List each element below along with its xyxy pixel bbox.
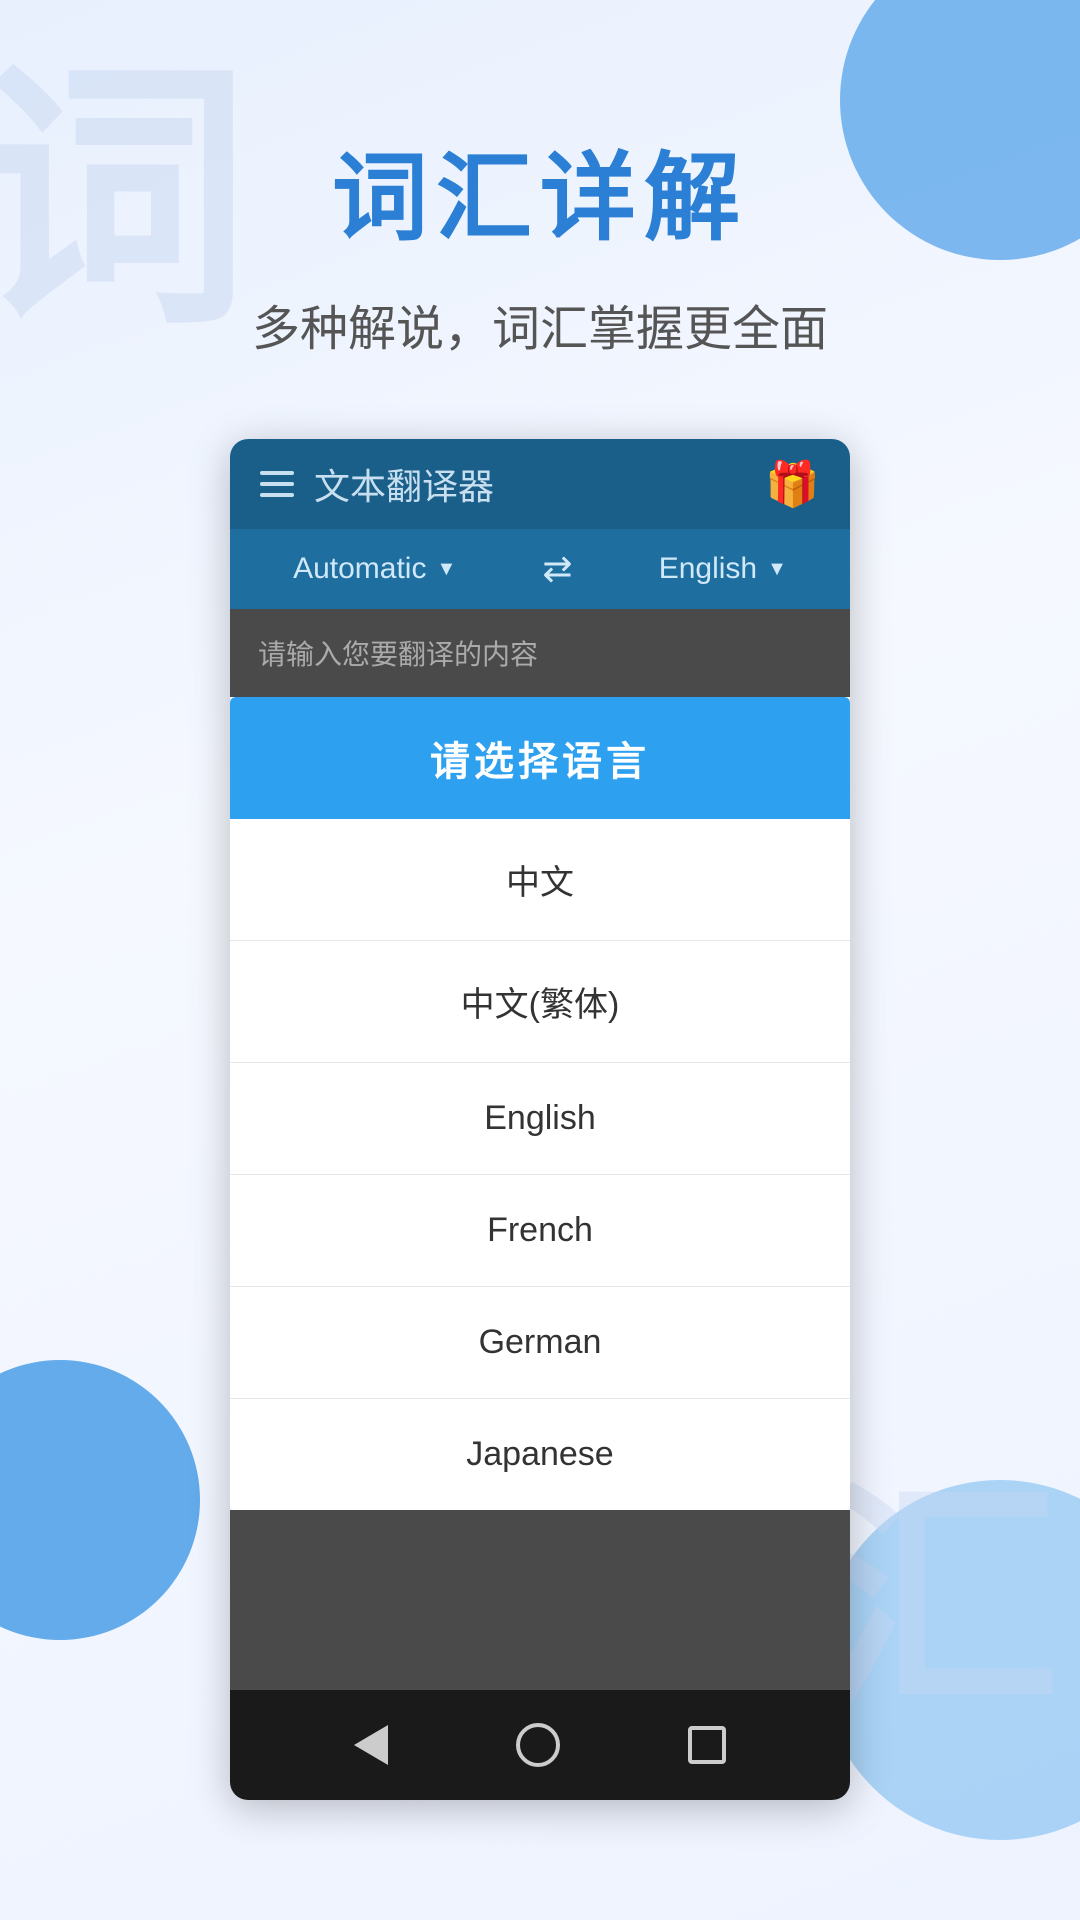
language-item-zh-tw[interactable]: 中文(繁体): [230, 941, 850, 1063]
dialog-title: 请选择语言: [430, 740, 650, 784]
target-lang-dropdown-icon: ▼: [767, 558, 787, 581]
toolbar-left: 文本翻译器: [260, 458, 494, 510]
lang-selector-bar: Automatic ▼ ⇄ English ▼: [230, 529, 850, 609]
app-toolbar: 文本翻译器 🎁: [230, 439, 850, 529]
hamburger-line-2: [260, 482, 294, 486]
language-item-de[interactable]: German: [230, 1287, 850, 1399]
menu-icon[interactable]: [260, 471, 294, 497]
nav-home-icon: [516, 1723, 560, 1767]
page-main-title: 词汇详解: [332, 120, 748, 259]
page-sub-title: 多种解说，词汇掌握更全面: [252, 289, 828, 359]
nav-bar: [230, 1690, 850, 1800]
app-frame: 文本翻译器 🎁 Automatic ▼ ⇄ English ▼ 请输入您要翻译的…: [230, 439, 850, 1800]
source-lang-label: Automatic: [293, 552, 426, 586]
swap-icon[interactable]: ⇄: [542, 548, 572, 590]
language-list: 中文中文(繁体)EnglishFrenchGermanJapanese: [230, 819, 850, 1510]
source-lang-dropdown-icon: ▼: [436, 558, 456, 581]
nav-back-button[interactable]: [354, 1725, 388, 1765]
language-item-en[interactable]: English: [230, 1063, 850, 1175]
target-lang-button[interactable]: English ▼: [659, 552, 787, 586]
nav-recent-icon: [688, 1726, 726, 1764]
nav-recent-button[interactable]: [688, 1726, 726, 1764]
language-item-ja[interactable]: Japanese: [230, 1399, 850, 1510]
translation-input-area[interactable]: 请输入您要翻译的内容: [230, 609, 850, 697]
language-item-fr[interactable]: French: [230, 1175, 850, 1287]
source-lang-button[interactable]: Automatic ▼: [293, 552, 456, 586]
hamburger-line-1: [260, 471, 294, 475]
language-select-dialog: 请选择语言 中文中文(繁体)EnglishFrenchGermanJapanes…: [230, 697, 850, 1510]
nav-back-icon: [354, 1725, 388, 1765]
language-item-zh[interactable]: 中文: [230, 819, 850, 941]
input-placeholder: 请输入您要翻译的内容: [258, 639, 538, 670]
dialog-header: 请选择语言: [230, 697, 850, 819]
gift-icon[interactable]: 🎁: [765, 458, 820, 510]
app-bottom-area: [230, 1510, 850, 1690]
hamburger-line-3: [260, 493, 294, 497]
target-lang-label: English: [659, 552, 757, 586]
toolbar-title: 文本翻译器: [314, 458, 494, 510]
nav-home-button[interactable]: [516, 1723, 560, 1767]
